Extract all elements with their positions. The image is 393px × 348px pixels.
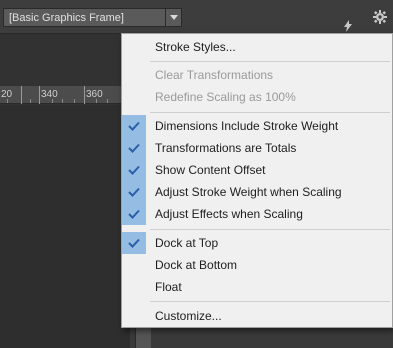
ruler-minor-tick xyxy=(7,99,8,103)
menu-item-label: Stroke Styles... xyxy=(155,40,236,54)
menu-item-dimensions-include-stroke-weight[interactable]: Dimensions Include Stroke Weight xyxy=(122,115,392,137)
menu-separator xyxy=(150,112,390,113)
menu-item-dock-at-top[interactable]: Dock at Top xyxy=(122,232,392,254)
ruler-minor-tick xyxy=(62,99,63,103)
control-panel-menu: Stroke Styles... Clear Transformations R… xyxy=(121,33,393,328)
horizontal-ruler[interactable]: 20 340 360 xyxy=(0,86,130,104)
menu-item-label: Dimensions Include Stroke Weight xyxy=(155,119,339,133)
checkmark-icon xyxy=(122,115,146,137)
ruler-label: 360 xyxy=(86,89,103,100)
menu-item-redefine-scaling: Redefine Scaling as 100% xyxy=(122,86,392,108)
menu-separator xyxy=(150,301,390,302)
ruler-tick xyxy=(84,86,85,104)
ruler-minor-tick xyxy=(107,99,108,103)
ruler-tick xyxy=(39,86,40,104)
menu-item-label: Adjust Stroke Weight when Scaling xyxy=(155,185,342,199)
menu-item-label: Dock at Top xyxy=(155,236,219,250)
ruler-minor-tick xyxy=(52,99,53,103)
ruler-tick xyxy=(21,86,22,104)
menu-item-clear-transformations: Clear Transformations xyxy=(122,64,392,86)
menu-item-customize[interactable]: Customize... xyxy=(122,305,392,327)
checkmark-icon xyxy=(122,181,146,203)
document-canvas[interactable] xyxy=(0,105,130,348)
menu-item-label: Adjust Effects when Scaling xyxy=(155,207,303,221)
ruler-label: 340 xyxy=(41,89,58,100)
menu-item-transformations-are-totals[interactable]: Transformations are Totals xyxy=(122,137,392,159)
control-bar: [Basic Graphics Frame] xyxy=(0,0,393,34)
menu-item-adjust-stroke-weight-when-scaling[interactable]: Adjust Stroke Weight when Scaling xyxy=(122,181,392,203)
gear-icon[interactable] xyxy=(373,10,387,24)
menu-item-dock-at-bottom[interactable]: Dock at Bottom xyxy=(122,254,392,276)
checkmark-icon xyxy=(122,137,146,159)
menu-item-label: Show Content Offset xyxy=(155,163,266,177)
ruler-minor-tick xyxy=(74,99,75,103)
chevron-down-icon[interactable] xyxy=(165,9,181,26)
menu-separator xyxy=(150,229,390,230)
checkmark-icon xyxy=(122,232,146,254)
menu-item-show-content-offset[interactable]: Show Content Offset xyxy=(122,159,392,181)
menu-item-label: Dock at Bottom xyxy=(155,258,238,272)
menu-item-stroke-styles[interactable]: Stroke Styles... xyxy=(122,36,392,58)
object-style-dropdown[interactable]: [Basic Graphics Frame] xyxy=(3,8,182,27)
lightning-icon[interactable] xyxy=(342,20,354,32)
menu-item-label: Transformations are Totals xyxy=(155,141,297,155)
ruler-minor-tick xyxy=(96,99,97,103)
menu-item-label: Redefine Scaling as 100% xyxy=(155,90,296,104)
menu-item-float[interactable]: Float xyxy=(122,276,392,298)
object-style-value: [Basic Graphics Frame] xyxy=(9,11,124,24)
menu-item-label: Customize... xyxy=(155,309,222,323)
checkmark-icon xyxy=(122,203,146,225)
menu-item-label: Float xyxy=(155,280,182,294)
checkmark-icon xyxy=(122,159,146,181)
menu-item-label: Clear Transformations xyxy=(155,68,274,82)
menu-separator xyxy=(150,61,390,62)
menu-item-adjust-effects-when-scaling[interactable]: Adjust Effects when Scaling xyxy=(122,203,392,225)
ruler-minor-tick xyxy=(30,99,31,103)
